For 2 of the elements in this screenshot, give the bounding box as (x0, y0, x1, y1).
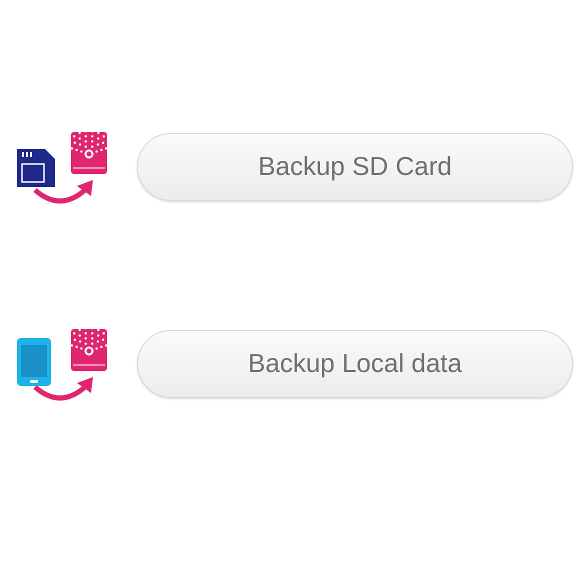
backup-button[interactable]: Backup SD Card (137, 132, 573, 200)
backup-button[interactable]: Backup Local data (137, 330, 573, 398)
